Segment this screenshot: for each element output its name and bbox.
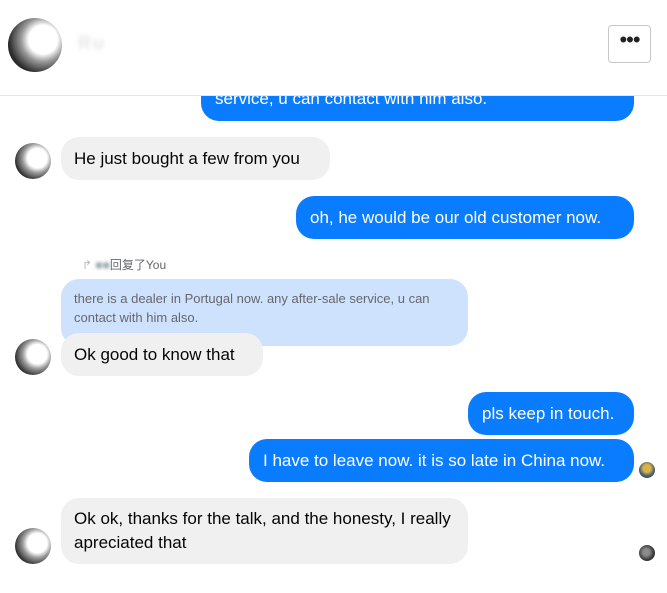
- message-text: Ok ok, thanks for the talk, and the hone…: [74, 509, 451, 552]
- more-options-button[interactable]: •••: [608, 25, 651, 63]
- message-text: I have to leave now. it is so late in Ch…: [263, 450, 606, 470]
- incoming-message[interactable]: Ok ok, thanks for the talk, and the hone…: [61, 498, 468, 564]
- message-text: He just bought a few from you: [74, 148, 300, 168]
- contact-avatar[interactable]: [8, 18, 62, 72]
- message-text: pls keep in touch.: [482, 403, 615, 423]
- sender-avatar[interactable]: [15, 339, 51, 375]
- seen-avatar-icon: [639, 462, 655, 478]
- chat-header: Ru •••: [0, 0, 667, 96]
- sender-avatar[interactable]: [15, 528, 51, 564]
- reply-arrow-icon: ↱: [82, 258, 93, 272]
- more-dots-icon: •••: [619, 27, 640, 52]
- message-text: Ok good to know that: [74, 344, 235, 364]
- incoming-message[interactable]: He just bought a few from you: [61, 137, 330, 180]
- outgoing-message[interactable]: oh, he would be our old customer now.: [296, 196, 634, 239]
- outgoing-message[interactable]: I have to leave now. it is so late in Ch…: [249, 439, 634, 482]
- outgoing-message[interactable]: pls keep in touch.: [468, 392, 634, 435]
- reply-label-text: 回复了You: [109, 258, 167, 272]
- seen-avatar-icon: [639, 545, 655, 561]
- sender-avatar[interactable]: [15, 143, 51, 179]
- quoted-text: there is a dealer in Portugal now. any a…: [74, 291, 430, 325]
- contact-name[interactable]: Ru: [78, 33, 106, 54]
- incoming-message[interactable]: Ok good to know that: [61, 333, 263, 376]
- reply-sender-name: ■■: [95, 258, 110, 272]
- message-text: oh, he would be our old customer now.: [310, 207, 602, 227]
- reply-label: ↱ ■■回复了You: [82, 256, 166, 273]
